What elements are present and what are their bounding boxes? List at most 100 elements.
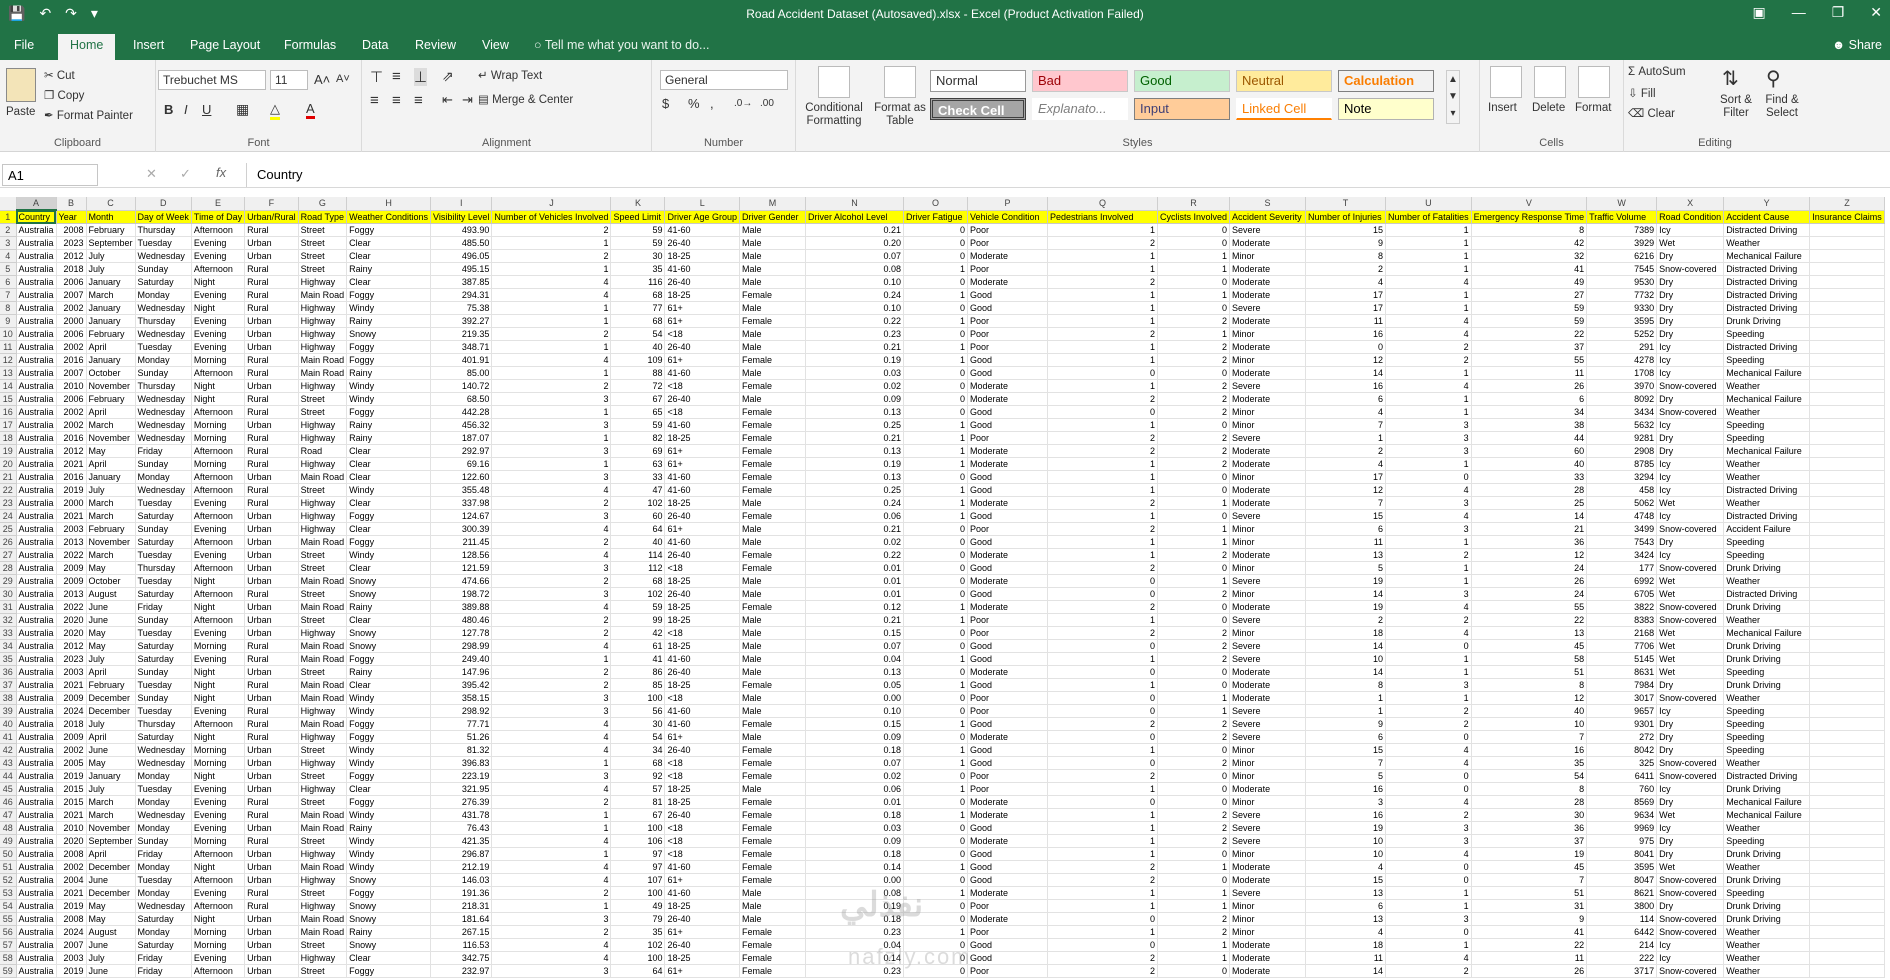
cell[interactable]: Tuesday: [135, 704, 192, 718]
cell[interactable]: 109: [610, 353, 666, 367]
cell[interactable]: 4: [1385, 275, 1472, 289]
cell[interactable]: 61+: [664, 353, 741, 367]
cell[interactable]: 68: [610, 288, 666, 302]
row-header[interactable]: 50: [0, 847, 17, 861]
header-cell[interactable]: Day of Week: [135, 210, 192, 224]
cell[interactable]: Good: [967, 301, 1049, 315]
cell[interactable]: Dry: [1656, 249, 1725, 263]
cell[interactable]: 12: [1305, 353, 1387, 367]
cell[interactable]: August: [86, 587, 136, 601]
paste-button[interactable]: Paste: [6, 106, 35, 118]
cell[interactable]: Clear: [346, 496, 432, 510]
cell[interactable]: 2: [1047, 275, 1159, 289]
cell[interactable]: Urban: [244, 938, 299, 952]
cell[interactable]: 1: [1047, 743, 1159, 757]
cell[interactable]: <18: [664, 379, 741, 393]
cell[interactable]: Foggy: [346, 730, 432, 744]
cell[interactable]: [1809, 951, 1885, 965]
cell[interactable]: Moderate: [967, 886, 1049, 900]
cell[interactable]: Rainy: [346, 925, 432, 939]
cell[interactable]: 1: [903, 418, 969, 432]
cell[interactable]: Windy: [346, 860, 432, 874]
cell[interactable]: 1: [1157, 262, 1231, 276]
cell[interactable]: Speeding: [1723, 704, 1811, 718]
row-header[interactable]: 37: [0, 678, 17, 692]
cell[interactable]: Snow-covered: [1656, 613, 1725, 627]
cell[interactable]: 2: [491, 613, 612, 627]
cell[interactable]: 1: [1385, 236, 1472, 250]
cell[interactable]: 760: [1586, 782, 1658, 796]
cell[interactable]: 1: [903, 496, 969, 510]
cell[interactable]: Rural: [244, 353, 299, 367]
cell[interactable]: 2010: [56, 379, 87, 393]
cell[interactable]: Weather: [1723, 574, 1811, 588]
cell[interactable]: Wednesday: [135, 392, 192, 406]
cell[interactable]: 2018: [56, 262, 87, 276]
cell[interactable]: Highway: [298, 418, 348, 432]
cell[interactable]: Australia: [16, 340, 57, 354]
row-header[interactable]: 52: [0, 873, 17, 887]
cell[interactable]: Severe: [1229, 834, 1307, 848]
increase-decimal-icon[interactable]: .0→: [734, 98, 752, 109]
cell[interactable]: 27: [1471, 288, 1588, 302]
spreadsheet-grid[interactable]: ABCDEFGHIJKLMNOPQRSTUVWXYZ 1 Country Year M…: [0, 197, 1890, 980]
header-cell[interactable]: Driver Fatigue: [903, 210, 969, 224]
cell[interactable]: Road: [298, 444, 348, 458]
cell[interactable]: Snow-covered: [1656, 769, 1725, 783]
cell[interactable]: 1: [1157, 522, 1231, 536]
cell[interactable]: Minor: [1229, 795, 1307, 809]
cell[interactable]: 2: [1047, 496, 1159, 510]
percent-icon[interactable]: %: [688, 96, 700, 111]
cell[interactable]: 1708: [1586, 366, 1658, 380]
cell[interactable]: 3: [491, 470, 612, 484]
cell[interactable]: 2: [1157, 548, 1231, 562]
cell[interactable]: Moderate: [1229, 483, 1307, 497]
format-cells-icon[interactable]: [1578, 66, 1610, 98]
column-header[interactable]: T: [1305, 197, 1387, 211]
cell[interactable]: Highway: [298, 301, 348, 315]
cell[interactable]: 2002: [56, 860, 87, 874]
cell[interactable]: 1: [1047, 678, 1159, 692]
cell[interactable]: Male: [739, 782, 807, 796]
cell[interactable]: Poor: [967, 769, 1049, 783]
cell[interactable]: November: [86, 431, 136, 445]
cell[interactable]: 2020: [56, 834, 87, 848]
cell[interactable]: 0.10: [805, 275, 905, 289]
cell[interactable]: [1809, 574, 1885, 588]
cell[interactable]: Snowy: [346, 873, 432, 887]
cell[interactable]: 0: [1157, 782, 1231, 796]
cell[interactable]: Weather: [1723, 379, 1811, 393]
cell[interactable]: Sunday: [135, 691, 192, 705]
cell[interactable]: Dry: [1656, 535, 1725, 549]
cell[interactable]: 0: [1047, 730, 1159, 744]
style-note[interactable]: Note: [1338, 98, 1434, 120]
cell[interactable]: Saturday: [135, 730, 192, 744]
cell[interactable]: Friday: [135, 964, 192, 978]
cell[interactable]: 41-60: [664, 418, 741, 432]
increase-indent-icon[interactable]: ⇥: [462, 92, 473, 108]
cell[interactable]: 2: [491, 678, 612, 692]
cell[interactable]: Snow-covered: [1656, 912, 1725, 926]
cell[interactable]: 10: [1305, 847, 1387, 861]
cell[interactable]: Rural: [244, 886, 299, 900]
cell[interactable]: Monday: [135, 288, 192, 302]
cell[interactable]: 3499: [1586, 522, 1658, 536]
row-header[interactable]: 43: [0, 756, 17, 770]
cell[interactable]: June: [86, 938, 136, 952]
cell[interactable]: 107: [610, 873, 666, 887]
column-header[interactable]: N: [805, 197, 905, 211]
cell[interactable]: Evening: [191, 288, 246, 302]
cell[interactable]: 3: [491, 418, 612, 432]
cell[interactable]: Icy: [1656, 340, 1725, 354]
format-table-icon[interactable]: [884, 66, 916, 98]
cell[interactable]: Australia: [16, 873, 57, 887]
cell[interactable]: Moderate: [1229, 860, 1307, 874]
cell[interactable]: 26-40: [664, 808, 741, 822]
cell[interactable]: 2021: [56, 509, 87, 523]
cell[interactable]: 19: [1305, 821, 1387, 835]
cell[interactable]: Australia: [16, 678, 57, 692]
row-header[interactable]: 21: [0, 470, 17, 484]
cell[interactable]: 6: [1305, 392, 1387, 406]
cancel-icon[interactable]: ✕: [146, 166, 157, 182]
cell[interactable]: Good: [967, 353, 1049, 367]
